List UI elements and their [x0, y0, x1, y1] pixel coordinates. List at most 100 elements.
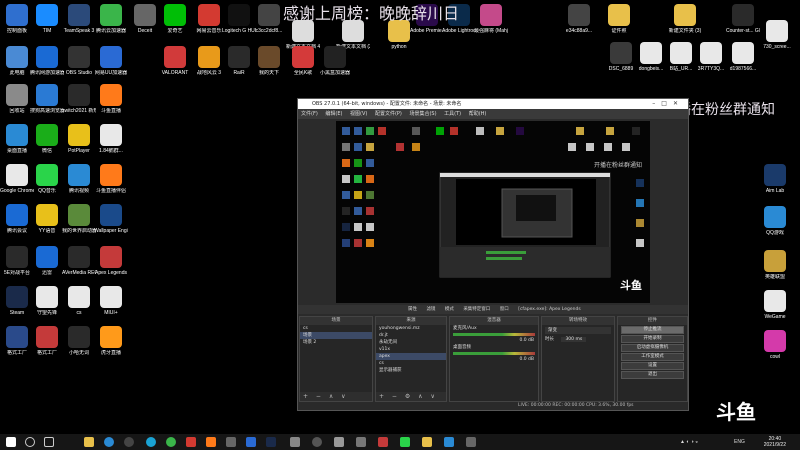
desktop-shortcut[interactable]: 爱奇艺 — [158, 4, 192, 34]
desktop-shortcut[interactable]: RaiR — [222, 46, 256, 76]
menu-edit[interactable]: 编辑(E) — [325, 111, 342, 117]
studio-mode-button[interactable]: 工作室模式 — [621, 353, 684, 361]
sources-toolbar[interactable]: + − ⚙ ∧ ∨ — [376, 392, 446, 401]
stop-streaming-button[interactable]: 停止推流 — [621, 326, 684, 334]
desktop-shortcut[interactable]: TIM — [30, 4, 64, 34]
source-item[interactable]: youhongwensi.mz — [376, 325, 446, 332]
app7-taskbar-icon[interactable] — [422, 437, 432, 447]
desktop-shortcut[interactable]: B站_UR... — [664, 42, 698, 72]
edge-icon[interactable] — [104, 437, 114, 447]
file-explorer-icon[interactable] — [84, 437, 94, 447]
desktop-shortcut[interactable]: 全民K歌 — [286, 46, 320, 76]
desktop-shortcut[interactable]: 1.84鹅群... — [94, 124, 128, 154]
scenes-toolbar[interactable]: + − ∧ ∨ — [300, 392, 372, 401]
desktop-shortcut[interactable]: 小哈无词 — [62, 326, 96, 356]
menu-profile[interactable]: 配置文件(P) — [375, 111, 402, 117]
edge-taskbar-icon[interactable] — [146, 437, 156, 447]
mail-taskbar-icon[interactable] — [246, 437, 256, 447]
app5-taskbar-icon[interactable] — [378, 437, 388, 447]
desktop-shortcut[interactable]: 3R7TY3Q... — [694, 42, 728, 72]
window-select[interactable]: [cfapex.exe]: Apex Legends — [518, 307, 581, 312]
menu-help[interactable]: 帮助(H) — [469, 111, 487, 117]
desktop-shortcut[interactable]: 桌面直播 — [0, 124, 34, 154]
desktop-shortcut[interactable]: 斗鱼直播伴侣 — [94, 164, 128, 194]
desktop-shortcut[interactable]: 腾讯会议 — [0, 204, 34, 234]
desktop-shortcut[interactable]: QQ游戏 — [758, 206, 792, 236]
filters-button[interactable]: 滤镜 — [426, 307, 435, 312]
desktop-shortcut[interactable]: 斗鱼直播 — [94, 84, 128, 114]
obs-preview[interactable]: 开播在粉丝群通知 斗鱼 — [336, 121, 650, 303]
desktop-shortcut[interactable]: AVerMedia RECentral 4 — [62, 246, 96, 276]
taskbar-clock[interactable]: 20:40 2021/9/22 — [764, 436, 786, 448]
desktop-shortcut[interactable]: 战地风云 3 — [192, 46, 226, 76]
obs-title-bar[interactable]: OBS 27.0.1 (64-bit, windows) - 配置文件: 未命名… — [298, 99, 688, 109]
desktop-shortcut[interactable]: 回收站 — [0, 84, 34, 114]
desktop-shortcut[interactable]: Google Chrome — [0, 164, 34, 194]
desktop-shortcut[interactable]: switch2021 新规划 — [62, 84, 96, 114]
transition-select[interactable]: 渐变 — [545, 327, 611, 334]
mode-select[interactable]: 采集特定窗口 — [463, 307, 490, 312]
source-item[interactable]: 永劫无间 — [376, 339, 446, 346]
input-language[interactable]: ENG — [734, 434, 745, 450]
desktop-shortcut[interactable]: 新建文件夹 (3) — [668, 4, 702, 34]
menu-tools[interactable]: 工具(T) — [444, 111, 461, 117]
start-recording-button[interactable]: 开始录制 — [621, 335, 684, 343]
app3-taskbar-icon[interactable] — [334, 437, 344, 447]
desktop-shortcut[interactable]: DSC_6889 — [604, 42, 638, 72]
exit-button[interactable]: 退出 — [621, 371, 684, 379]
app9-taskbar-icon[interactable] — [466, 437, 476, 447]
desktop-shortcut[interactable]: 格式工厂 — [0, 326, 34, 356]
source-item[interactable]: 显示器捕获 — [376, 367, 446, 374]
desktop-shortcut[interactable]: 微信 — [30, 124, 64, 154]
desktop-shortcut[interactable]: d1987566... — [726, 42, 760, 72]
desktop-shortcut[interactable]: 我的世界启动器 — [62, 204, 96, 234]
desktop-shortcut[interactable]: dongbeis... — [634, 42, 668, 72]
menu-file[interactable]: 文件(F) — [301, 111, 318, 117]
desktop-shortcut[interactable]: 网易UU加速器 — [94, 46, 128, 76]
app-taskbar-icon[interactable] — [206, 437, 216, 447]
desktop-shortcut[interactable]: 迅雷 — [30, 246, 64, 276]
desktop-shortcut[interactable]: 英雄联盟 — [758, 250, 792, 280]
desktop-shortcut[interactable]: e34c88a9... — [562, 4, 596, 34]
settings-button[interactable]: 设置 — [621, 362, 684, 370]
desktop-shortcut[interactable]: WeGame — [758, 290, 792, 320]
source-item[interactable]: dr.jt — [376, 332, 446, 339]
desktop-shortcut[interactable]: OBS Studio — [62, 46, 96, 76]
source-item[interactable]: apex — [376, 353, 446, 360]
app4-taskbar-icon[interactable] — [356, 437, 366, 447]
desktop-shortcut[interactable]: TeamSpeak 3 — [62, 4, 96, 34]
desktop-shortcut[interactable]: 小黑盒加速器 — [318, 46, 352, 76]
window-controls[interactable]: –□✕ — [652, 99, 684, 109]
desktop-shortcut[interactable]: Steam — [0, 286, 34, 316]
menu-view[interactable]: 视图(V) — [350, 111, 367, 117]
netease-taskbar-icon[interactable] — [186, 437, 196, 447]
scene-item[interactable]: cs — [300, 325, 372, 332]
desktop-shortcut[interactable]: Aim Lab — [758, 164, 792, 194]
desktop-shortcut[interactable]: 搜狗高速浏览器 — [30, 84, 64, 114]
task-view-icon[interactable] — [44, 437, 54, 447]
desktop-shortcut[interactable]: YY语音 — [30, 204, 64, 234]
properties-button[interactable]: 属性 — [408, 307, 417, 312]
desktop-shortcut[interactable]: 腾讯网游加速器 — [30, 46, 64, 76]
desktop-shortcut[interactable]: MIUI+ — [94, 286, 128, 316]
desktop-shortcut[interactable]: 网易云音乐 — [192, 4, 226, 34]
desktop-shortcut[interactable]: 证件照 — [602, 4, 636, 34]
scene-item[interactable]: 场景 — [300, 332, 372, 339]
app6-taskbar-icon[interactable] — [400, 437, 410, 447]
desktop-shortcut[interactable]: 腾讯云加速器 — [94, 4, 128, 34]
desktop-shortcut[interactable]: 守望先锋 — [30, 286, 64, 316]
source-item[interactable]: cs — [376, 360, 446, 367]
obs-active-taskbar-icon[interactable] — [312, 437, 322, 447]
source-item[interactable]: v11x — [376, 346, 446, 353]
desktop-shortcut[interactable]: 730_scree... — [760, 20, 794, 50]
search-icon[interactable] — [25, 437, 35, 447]
store-taskbar-icon[interactable] — [226, 437, 236, 447]
desktop-shortcut[interactable]: 虎牙直播 — [94, 326, 128, 356]
desktop-shortcut[interactable]: VALORANT — [158, 46, 192, 76]
steam-taskbar-icon[interactable] — [266, 437, 276, 447]
obs-taskbar-icon[interactable] — [124, 437, 134, 447]
scene-item[interactable]: 场景 2 — [300, 339, 372, 346]
chrome-taskbar-icon[interactable] — [166, 437, 176, 447]
desktop-shortcut[interactable]: QQ音乐 — [30, 164, 64, 194]
desktop-shortcut[interactable]: PotPlayer — [62, 124, 96, 154]
